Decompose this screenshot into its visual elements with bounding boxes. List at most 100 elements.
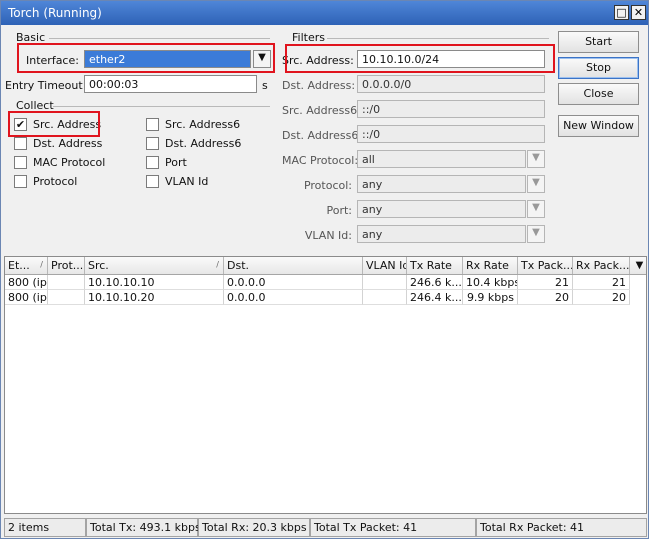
cell-src: 10.10.10.20 [85, 290, 224, 305]
collect-src-address6[interactable]: Src. Address6 [146, 117, 246, 133]
chevron-down-icon: ▼ [532, 227, 540, 238]
table-row[interactable]: 800 (ip) 10.10.10.10 0.0.0.0 246.6 k... … [5, 275, 646, 290]
entry-timeout-unit: s [262, 79, 268, 92]
table-header: Et... / Prot... Src. / Dst. VLAN Id Tx Rat… [5, 257, 646, 275]
entry-timeout-label: Entry Timeout: [5, 79, 87, 92]
dst-address-filter-input[interactable]: 0.0.0.0/0 [357, 75, 545, 93]
port-filter-label: Port: [326, 204, 352, 217]
close-icon[interactable]: ✕ [631, 5, 646, 20]
cell-dst: 0.0.0.0 [224, 290, 363, 305]
checkbox-protocol[interactable] [14, 175, 27, 188]
title-bar[interactable]: Torch (Running) □ ✕ [1, 1, 648, 25]
collect-mac-protocol-label: MAC Protocol [33, 156, 106, 169]
cell-tx-rate: 246.4 k... [407, 290, 463, 305]
status-total-rx-packet: Total Rx Packet: 41 [476, 518, 647, 537]
cell-protocol [48, 290, 85, 305]
cell-tx-packets: 20 [518, 290, 573, 305]
dst-address6-filter-input[interactable]: ::/0 [357, 125, 545, 143]
col-rx-packets[interactable]: Rx Pack... [573, 257, 630, 274]
src-address-filter-highlight [285, 44, 555, 73]
collect-group-divider [53, 106, 270, 107]
cell-protocol [48, 275, 85, 290]
collect-dst-address6-label: Dst. Address6 [165, 137, 242, 150]
src-address-highlight [8, 111, 100, 137]
collect-dst-address6[interactable]: Dst. Address6 [146, 136, 246, 152]
chevron-down-icon: ▼ [532, 152, 540, 163]
status-items-count: 2 items [4, 518, 86, 537]
checkbox-mac-protocol[interactable] [14, 156, 27, 169]
checkbox-port[interactable] [146, 156, 159, 169]
checkbox-dst-address6[interactable] [146, 137, 159, 150]
stop-button[interactable]: Stop [558, 57, 639, 79]
port-dropdown-button[interactable]: ▼ [527, 200, 545, 218]
cell-tx-rate: 246.6 k... [407, 275, 463, 290]
cell-tx-packets: 21 [518, 275, 573, 290]
src-address6-filter-input[interactable]: ::/0 [357, 100, 545, 118]
status-bar: 2 items Total Tx: 493.1 kbps Total Rx: 2… [4, 518, 647, 537]
new-window-button[interactable]: New Window [558, 115, 639, 137]
cell-rx-rate: 10.4 kbps [463, 275, 518, 290]
column-menu-icon[interactable]: ▼ [633, 257, 646, 274]
col-tx-rate[interactable]: Tx Rate [407, 257, 463, 274]
col-ethertype[interactable]: Et... / [5, 257, 48, 274]
basic-group-divider [49, 38, 270, 39]
col-vlan-id[interactable]: VLAN Id [363, 257, 407, 274]
checkbox-vlan-id[interactable] [146, 175, 159, 188]
torch-window: Torch (Running) □ ✕ Basic Interface: eth… [0, 0, 649, 539]
collect-port-label: Port [165, 156, 187, 169]
cell-ethertype: 800 (ip) [5, 275, 48, 290]
vlan-dropdown-button[interactable]: ▼ [527, 225, 545, 243]
protocol-filter-select[interactable]: any [357, 175, 526, 193]
cell-ethertype: 800 (ip) [5, 290, 48, 305]
col-tx-packets[interactable]: Tx Pack... [518, 257, 573, 274]
vlan-filter-select[interactable]: any [357, 225, 526, 243]
collect-vlan-id-label: VLAN Id [165, 175, 209, 188]
entry-timeout-input[interactable]: 00:00:03 [84, 75, 257, 93]
cell-dst: 0.0.0.0 [224, 275, 363, 290]
sort-icon: / [40, 260, 43, 269]
filters-group-divider [327, 38, 549, 39]
dst-address6-filter-label: Dst. Address6: [282, 129, 363, 142]
cell-vlan-id [363, 275, 407, 290]
vlan-filter-label: VLAN Id: [304, 229, 352, 242]
collect-vlan-id[interactable]: VLAN Id [146, 174, 246, 190]
cell-rx-rate: 9.9 kbps [463, 290, 518, 305]
protocol-filter-label: Protocol: [303, 179, 352, 192]
cell-src: 10.10.10.10 [85, 275, 224, 290]
torch-table: Et... / Prot... Src. / Dst. VLAN Id Tx Rat… [4, 256, 647, 514]
port-filter-select[interactable]: any [357, 200, 526, 218]
checkbox-src-address6[interactable] [146, 118, 159, 131]
mac-protocol-filter-label: MAC Protocol: [282, 154, 359, 167]
collect-src-address6-label: Src. Address6 [165, 118, 241, 131]
checkbox-dst-address[interactable] [14, 137, 27, 150]
cell-rx-packets: 20 [573, 290, 630, 305]
filters-group-label: Filters [292, 31, 325, 44]
src-address6-filter-label: Src. Address6: [282, 104, 361, 117]
collect-dst-address[interactable]: Dst. Address [14, 136, 104, 152]
cell-rx-packets: 21 [573, 275, 630, 290]
collect-protocol-label: Protocol [33, 175, 78, 188]
dst-address-filter-label: Dst. Address: [282, 79, 356, 92]
col-dst[interactable]: Dst. [224, 257, 363, 274]
col-rx-rate[interactable]: Rx Rate [463, 257, 518, 274]
maximize-icon[interactable]: □ [614, 5, 629, 20]
sort-icon: / [216, 260, 219, 269]
close-button[interactable]: Close [558, 83, 639, 105]
col-src[interactable]: Src. / [85, 257, 224, 274]
collect-port[interactable]: Port [146, 155, 246, 171]
interface-highlight [17, 43, 275, 73]
mac-protocol-dropdown-button[interactable]: ▼ [527, 150, 545, 168]
collect-dst-address-label: Dst. Address [33, 137, 103, 150]
cell-vlan-id [363, 290, 407, 305]
mac-protocol-filter-select[interactable]: all [357, 150, 526, 168]
collect-protocol[interactable]: Protocol [14, 174, 104, 190]
status-total-rx: Total Rx: 20.3 kbps [198, 518, 310, 537]
table-row[interactable]: 800 (ip) 10.10.10.20 0.0.0.0 246.4 k... … [5, 290, 646, 305]
chevron-down-icon: ▼ [532, 202, 540, 213]
chevron-down-icon: ▼ [532, 177, 540, 188]
window-title: Torch (Running) [8, 6, 102, 20]
protocol-dropdown-button[interactable]: ▼ [527, 175, 545, 193]
col-protocol[interactable]: Prot... [48, 257, 85, 274]
start-button[interactable]: Start [558, 31, 639, 53]
collect-mac-protocol[interactable]: MAC Protocol [14, 155, 106, 171]
